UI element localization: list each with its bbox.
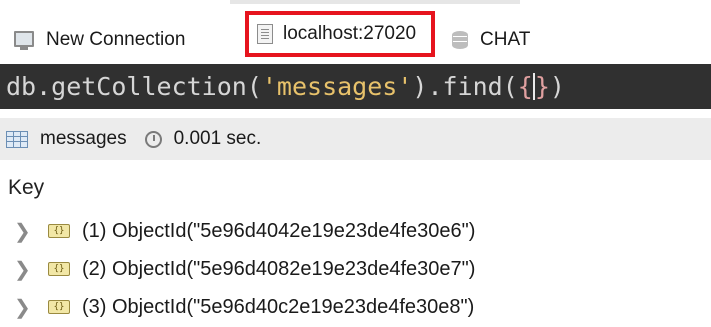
row-label: (2) ObjectId("5e96d4082e19e23de4fe30e7") (82, 257, 476, 280)
query-prefix: db.getCollection( (6, 72, 262, 101)
new-connection-label: New Connection (46, 29, 186, 50)
top-border (0, 0, 711, 8)
chevron-right-icon[interactable]: ❯ (14, 257, 34, 282)
clock-icon (144, 130, 162, 148)
host-item[interactable]: localhost:27020 (245, 11, 435, 57)
row-label: (3) ObjectId("5e96d40c2e19e23de4fe30e8") (82, 295, 475, 318)
monitor-icon (14, 31, 34, 50)
database-icon (452, 31, 468, 49)
collection-label: messages (40, 128, 127, 149)
time-label: 0.001 sec. (173, 128, 262, 149)
server-document-icon (257, 24, 273, 44)
object-id-icon: {} (48, 300, 70, 314)
new-connection-item[interactable]: New Connection (14, 18, 185, 62)
database-label: CHAT (480, 29, 531, 50)
query-method: ).find( (412, 72, 518, 101)
column-header-key[interactable]: Key (8, 176, 44, 200)
host-label: localhost:27020 (283, 23, 417, 44)
row-label: (1) ObjectId("5e96d4042e19e23de4fe30e6") (82, 219, 476, 242)
query-suffix: ) (549, 72, 565, 101)
result-info-bar: messages 0.001 sec. (0, 118, 711, 160)
chevron-right-icon[interactable]: ❯ (14, 295, 34, 320)
table-row[interactable]: ❯ {} (2) ObjectId("5e96d4082e19e23de4fe3… (0, 250, 711, 288)
query-editor[interactable]: db.getCollection('messages').find({}) (0, 64, 711, 109)
query-brace-close: } (534, 72, 550, 101)
table-row[interactable]: ❯ {} (3) ObjectId("5e96d40c2e19e23de4fe3… (0, 288, 711, 326)
table-row[interactable]: ❯ {} (1) ObjectId("5e96d4042e19e23de4fe3… (0, 212, 711, 250)
results-tree: ❯ {} (1) ObjectId("5e96d4042e19e23de4fe3… (0, 212, 711, 326)
object-id-icon: {} (48, 262, 70, 276)
database-item[interactable]: CHAT (452, 18, 530, 62)
table-grid-icon (6, 130, 28, 148)
chevron-right-icon[interactable]: ❯ (14, 219, 34, 244)
object-id-icon: {} (48, 224, 70, 238)
query-brace-open: { (517, 72, 533, 101)
query-collection-string: 'messages' (261, 72, 413, 101)
